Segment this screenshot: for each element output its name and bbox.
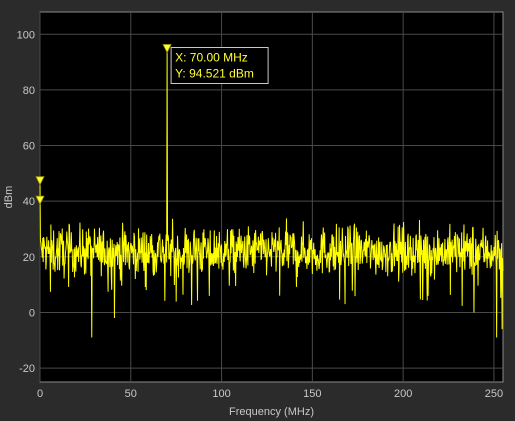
x-axis-title: Frequency (MHz) <box>229 406 314 418</box>
y-axis-title: dBm <box>3 186 15 209</box>
y-tick-label: 40 <box>23 196 35 208</box>
spectrum-plot: 0 50 100 150 200 250 -20 0 20 40 60 80 100 X: 70.00 … <box>0 0 515 421</box>
x-tick-label: 0 <box>37 388 43 400</box>
datatip[interactable]: X: 70.00 MHz Y: 94.521 dBm <box>170 46 269 84</box>
x-tick-label: 150 <box>303 388 321 400</box>
y-tick-label: 0 <box>29 307 35 319</box>
y-tick-label: 100 <box>17 29 35 41</box>
x-tick-label: 50 <box>125 388 137 400</box>
datatip-x-label: X: 70.00 MHz <box>175 50 248 64</box>
y-tick-label: 80 <box>23 85 35 97</box>
x-tick-label: 200 <box>394 388 412 400</box>
y-tick-label: 20 <box>23 252 35 264</box>
datatip-y-label: Y: 94.521 dBm <box>175 66 254 80</box>
x-tick-label: 250 <box>485 388 503 400</box>
x-tick-label: 100 <box>212 388 230 400</box>
y-tick-label: -20 <box>19 363 35 375</box>
y-tick-label: 60 <box>23 141 35 153</box>
axes-background[interactable] <box>39 11 504 383</box>
